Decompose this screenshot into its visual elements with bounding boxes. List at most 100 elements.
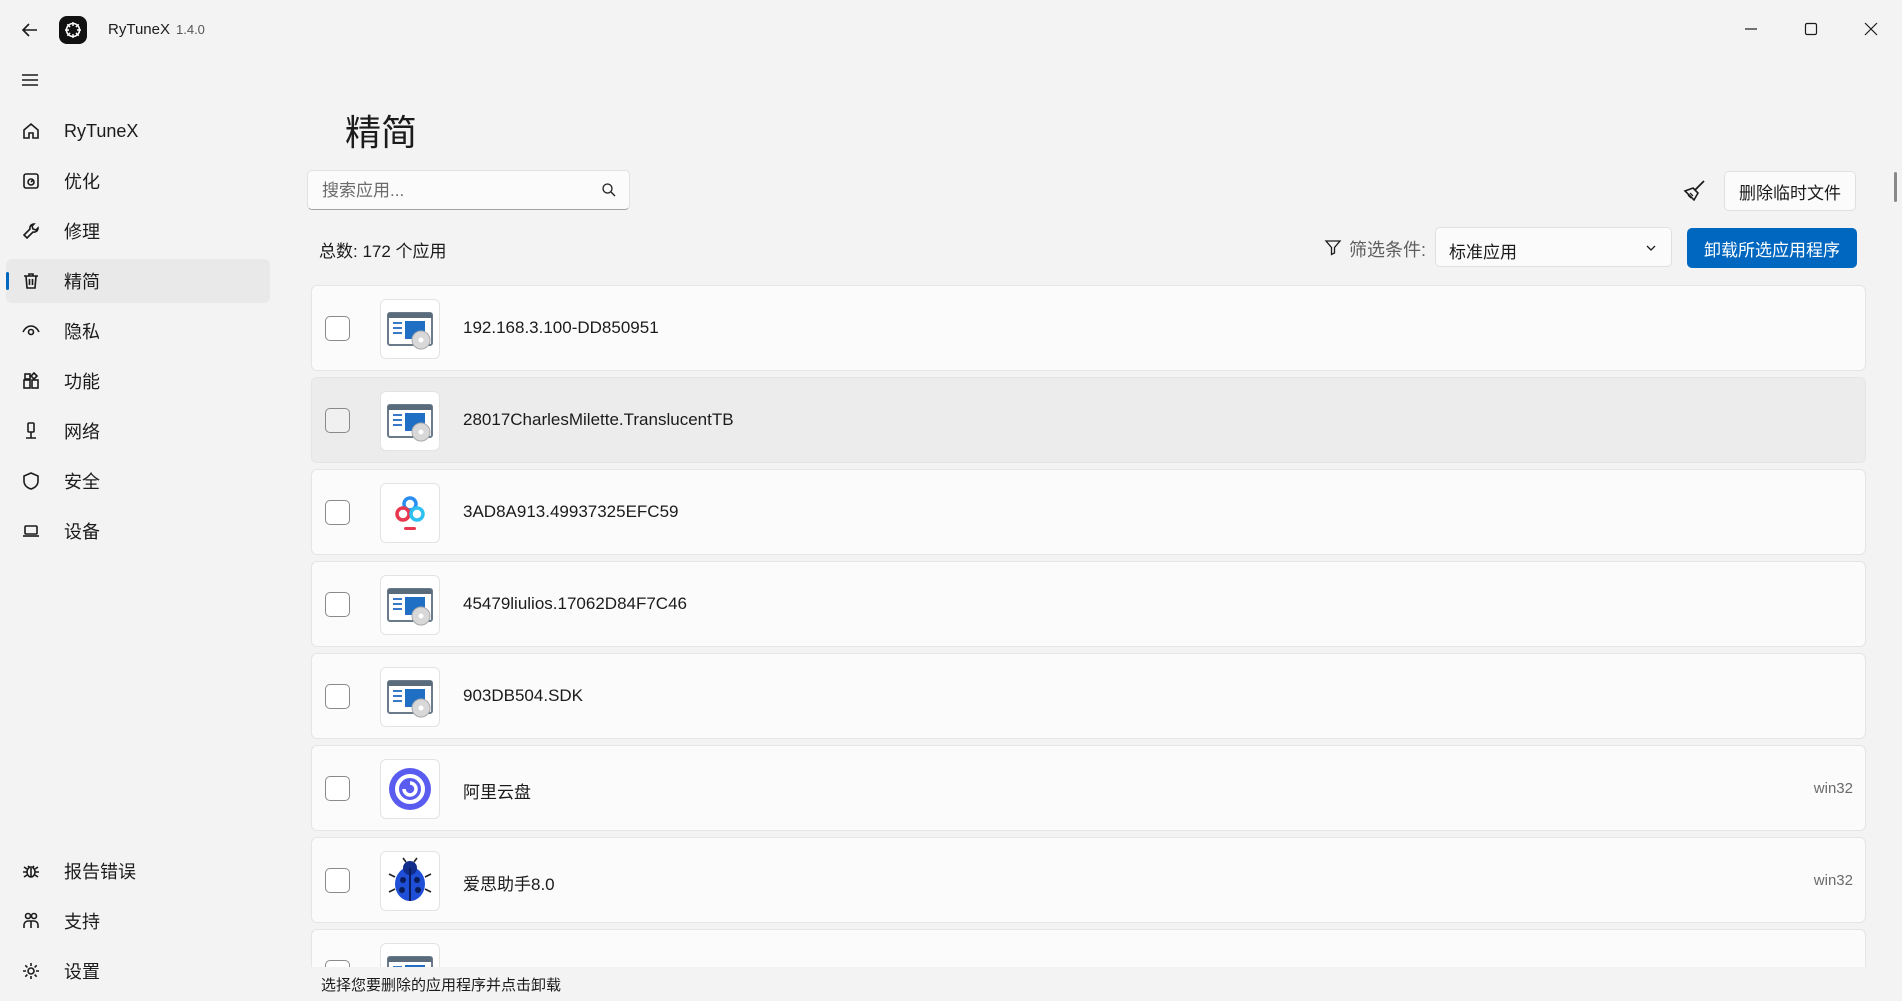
installer-icon <box>380 299 440 359</box>
app-checkbox[interactable] <box>325 408 350 433</box>
search-icon[interactable] <box>601 182 617 198</box>
title-bar: RyTuneX 1.4.0 <box>0 0 1902 60</box>
app-logo <box>59 16 87 44</box>
sidebar-item-label: 安全 <box>64 472 100 492</box>
search-input[interactable] <box>320 171 584 211</box>
broom-icon <box>1683 180 1705 202</box>
back-button[interactable] <box>14 14 46 46</box>
installer-icon <box>380 667 440 727</box>
sidebar-item-label: RyTuneX <box>64 120 139 141</box>
home-icon <box>20 120 42 142</box>
shield-icon <box>20 470 42 492</box>
app-version: 1.4.0 <box>176 22 205 37</box>
app-row[interactable] <box>311 929 1866 967</box>
eye-icon <box>20 320 42 342</box>
app-checkbox[interactable] <box>325 316 350 341</box>
active-indicator <box>6 272 9 290</box>
sidebar-item-optimize[interactable]: 优化 <box>6 159 270 203</box>
sidebar-item-label: 网络 <box>64 422 100 442</box>
maximize-icon <box>1804 22 1818 36</box>
installer-icon <box>380 943 440 967</box>
installer-icon <box>380 575 440 635</box>
laptop-icon <box>20 520 42 542</box>
sidebar-item-label: 精简 <box>64 272 100 292</box>
hamburger-menu-button[interactable] <box>14 64 46 96</box>
sidebar-item-features[interactable]: 功能 <box>6 359 270 403</box>
filter-dropdown-value: 标准应用 <box>1449 243 1517 262</box>
app-name: 爱思助手8.0 <box>463 875 555 894</box>
baidu-netdisk-icon <box>380 483 440 543</box>
chevron-down-icon <box>1646 245 1656 251</box>
app-name: 192.168.3.100-DD850951 <box>463 318 659 337</box>
app-type: win32 <box>1813 780 1853 797</box>
maximize-button[interactable] <box>1781 0 1841 58</box>
app-name: 28017CharlesMilette.TranslucentTB <box>463 410 734 429</box>
back-arrow-icon <box>21 23 37 37</box>
sidebar-item-label: 设备 <box>64 522 100 542</box>
app-checkbox[interactable] <box>325 960 350 967</box>
app-name: 45479liulios.17062D84F7C46 <box>463 594 687 613</box>
sidebar-item-repair[interactable]: 修理 <box>6 209 270 253</box>
sidebar-item-home[interactable]: RyTuneX <box>6 109 270 153</box>
sidebar-item-label: 功能 <box>64 372 100 392</box>
network-icon <box>20 420 42 442</box>
search-box[interactable] <box>307 170 630 211</box>
app-row[interactable]: 爱思助手8.0 win32 <box>311 837 1866 923</box>
hamburger-icon <box>22 74 38 86</box>
sidebar-item-label: 报告错误 <box>64 862 136 882</box>
bug-icon <box>20 860 42 882</box>
page-title: 精简 <box>345 112 418 153</box>
app-row[interactable]: 903DB504.SDK <box>311 653 1866 739</box>
sidebar-item-support[interactable]: 支持 <box>6 899 270 943</box>
app-checkbox[interactable] <box>325 500 350 525</box>
sidebar-item-label: 修理 <box>64 222 100 242</box>
app-list: 192.168.3.100-DD850951 28017CharlesMilet… <box>311 285 1866 967</box>
close-icon <box>1864 22 1878 36</box>
sidebar-item-privacy[interactable]: 隐私 <box>6 309 270 353</box>
sidebar-item-device[interactable]: 设备 <box>6 509 270 553</box>
sidebar-item-label: 隐私 <box>64 322 100 342</box>
app-row[interactable]: 3AD8A913.49937325EFC59 <box>311 469 1866 555</box>
sidebar-item-label: 支持 <box>64 912 100 932</box>
sidebar-item-security[interactable]: 安全 <box>6 459 270 503</box>
sidebar-item-label: 优化 <box>64 172 100 192</box>
app-checkbox[interactable] <box>325 592 350 617</box>
status-text: 选择您要删除的应用程序并点击卸载 <box>321 977 562 994</box>
total-app-count: 总数: 172 个应用 <box>319 242 447 261</box>
rytunex-logo-icon <box>65 22 81 38</box>
sidebar-item-settings[interactable]: 设置 <box>6 949 270 993</box>
speed-icon <box>20 170 42 192</box>
filter-dropdown[interactable]: 标准应用 <box>1435 227 1672 267</box>
app-checkbox[interactable] <box>325 684 350 709</box>
sidebar-item-network[interactable]: 网络 <box>6 409 270 453</box>
close-button[interactable] <box>1841 0 1901 58</box>
app-checkbox[interactable] <box>325 868 350 893</box>
app-name: 903DB504.SDK <box>463 686 584 705</box>
scrollbar-thumb[interactable] <box>1894 172 1897 202</box>
app-row[interactable]: 阿里云盘 win32 <box>311 745 1866 831</box>
clean-button[interactable] <box>1678 174 1712 208</box>
app-type: win32 <box>1813 872 1853 889</box>
sidebar-item-debloat[interactable]: 精简 <box>6 259 270 303</box>
filter-icon <box>1324 240 1342 256</box>
ladybug-icon <box>380 851 440 911</box>
uninstall-selected-button[interactable]: 卸载所选应用程序 <box>1687 228 1857 268</box>
wrench-icon <box>20 220 42 242</box>
support-icon <box>20 910 42 932</box>
app-checkbox[interactable] <box>325 776 350 801</box>
delete-temp-files-button[interactable]: 删除临时文件 <box>1724 171 1856 211</box>
app-name: 阿里云盘 <box>463 783 531 802</box>
sidebar-item-report-bug[interactable]: 报告错误 <box>6 849 270 893</box>
installer-icon <box>380 391 440 451</box>
app-title: RyTuneX <box>108 21 170 38</box>
sidebar-item-label: 设置 <box>64 962 100 982</box>
app-row[interactable]: 45479liulios.17062D84F7C46 <box>311 561 1866 647</box>
minimize-button[interactable] <box>1721 0 1781 58</box>
aliyun-drive-icon <box>380 759 440 819</box>
filter-label: 筛选条件: <box>1349 240 1427 260</box>
app-row[interactable]: 28017CharlesMilette.TranslucentTB <box>311 377 1866 463</box>
minimize-icon <box>1745 28 1757 30</box>
app-name: 3AD8A913.49937325EFC59 <box>463 502 679 521</box>
app-row[interactable]: 192.168.3.100-DD850951 <box>311 285 1866 371</box>
trash-icon <box>20 270 42 292</box>
